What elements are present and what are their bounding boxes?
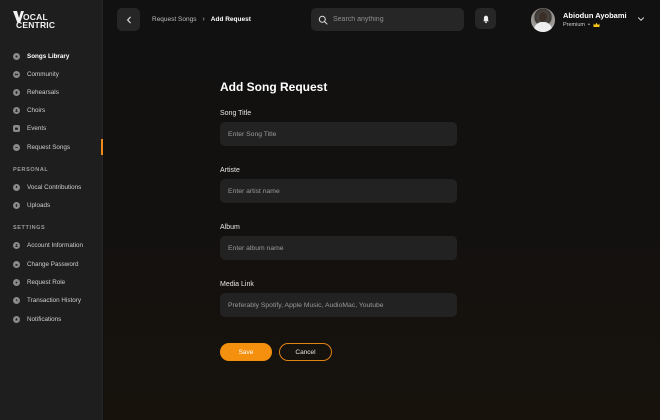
sidebar-item-label: Rehearsals [27,88,59,96]
sidebar-item-uploads[interactable]: Uploads [0,196,103,214]
main-content [104,0,660,420]
role-icon [13,278,20,286]
bell-icon [482,15,489,23]
breadcrumb-separator-icon: › [202,16,205,23]
sidebar-item-label: Events [27,124,47,132]
media-link-label: Media Link [220,281,254,288]
chevron-down-icon[interactable] [637,15,645,23]
cancel-button[interactable]: Cancel [279,343,332,361]
crown-icon [593,22,600,27]
sidebar-item-rehearsals[interactable]: Rehearsals [0,83,103,101]
sidebar: OCAL CENTRIC Songs Library Community Reh… [0,0,103,420]
search-icon [318,15,328,24]
microphone-icon [13,183,20,191]
sidebar-item-label: Uploads [27,201,51,209]
breadcrumb: Request Songs › Add Request [152,16,251,23]
sidebar-item-label: Change Password [27,260,79,268]
album-input[interactable] [220,236,457,260]
account-icon [13,241,20,249]
sidebar-item-label: Community [27,70,59,78]
choir-icon [13,106,20,114]
sidebar-item-change-password[interactable]: Change Password [0,255,103,273]
sidebar-item-vocal-contributions[interactable]: Vocal Contributions [0,178,103,196]
personal-section-title: PERSONAL [13,167,49,173]
sidebar-item-choirs[interactable]: Choirs [0,101,103,119]
user-name: Abiodun Ayobami [563,11,627,20]
sidebar-item-label: Songs Library [27,52,70,60]
sidebar-item-label: Request Songs [27,143,71,151]
sidebar-item-label: Vocal Contributions [27,183,82,191]
sidebar-item-label: Account Information [27,241,84,249]
sidebar-item-events[interactable]: Events [0,119,103,137]
chevron-left-icon [126,16,131,23]
rehearsal-icon [13,88,20,96]
search-input[interactable] [333,16,453,23]
media-link-input[interactable] [220,293,457,317]
avatar-body [534,22,552,32]
sidebar-item-songs-library[interactable]: Songs Library [0,47,103,65]
upload-icon [13,201,20,209]
notifications-button[interactable] [475,8,496,29]
sidebar-item-transaction-history[interactable]: Transaction History [0,291,103,309]
avatar[interactable] [531,8,555,32]
sidebar-item-label: Request Role [27,278,66,286]
community-icon [13,70,20,78]
lock-icon [13,260,20,268]
sidebar-item-label: Notifications [27,315,62,323]
song-title-label: Song Title [220,110,252,117]
plan-separator: • [588,22,590,28]
sidebar-item-label: Transaction History [27,296,82,304]
active-indicator [101,139,103,155]
sidebar-item-notifications[interactable]: Notifications [0,310,103,328]
breadcrumb-add-request: Add Request [210,16,251,23]
sidebar-item-community[interactable]: Community [0,65,103,83]
song-title-input[interactable] [220,122,457,146]
back-button[interactable] [117,8,140,31]
history-icon [13,296,20,304]
save-button[interactable]: Save [220,343,272,361]
avatar-head [539,12,547,22]
sidebar-item-request-songs[interactable]: Request Songs [0,138,103,156]
plan-label: Premium [563,22,586,28]
notification-icon [13,315,20,323]
logo-text-line2: CENTRIC [16,20,56,30]
settings-section-title: SETTINGS [13,225,46,231]
page-title: Add Song Request [220,80,328,94]
sidebar-item-label: Choirs [27,106,46,114]
breadcrumb-request-songs[interactable]: Request Songs [152,16,196,23]
artiste-input[interactable] [220,179,457,203]
vocal-centric-logo[interactable]: OCAL CENTRIC [13,10,73,30]
artiste-label: Artiste [220,167,240,174]
music-disc-icon [13,52,20,60]
calendar-icon [13,124,20,132]
user-plan: Premium • [563,22,600,28]
request-icon [13,143,20,151]
sidebar-item-request-role[interactable]: Request Role [0,273,103,291]
search-bar[interactable] [311,8,464,31]
album-label: Album [220,224,240,231]
sidebar-item-account-information[interactable]: Account Information [0,236,103,254]
